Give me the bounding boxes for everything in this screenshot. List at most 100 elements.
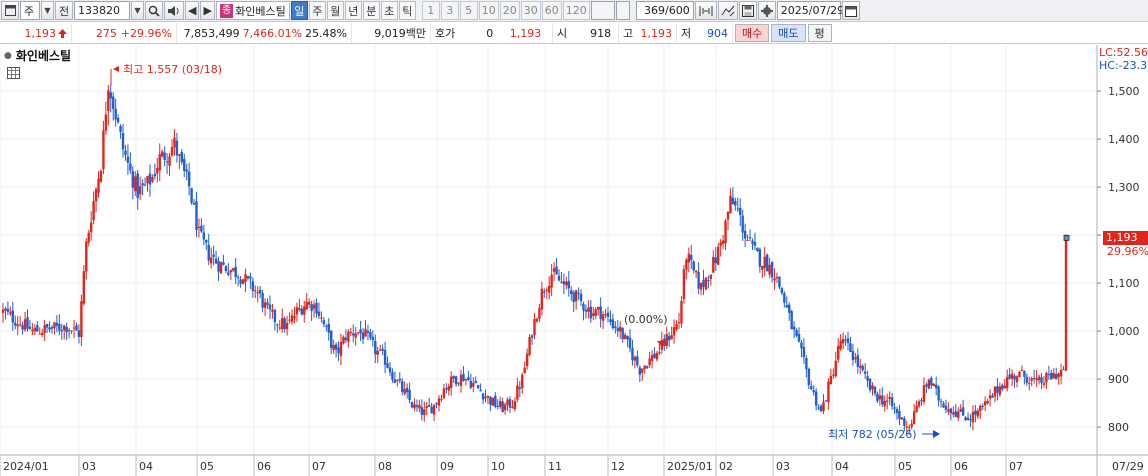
candle-body xyxy=(109,92,112,99)
period-toggle-button[interactable]: 전 xyxy=(55,1,73,20)
interval-60[interactable]: 60 xyxy=(541,1,562,20)
candle-body xyxy=(925,384,928,387)
custom-interval-dropdown-icon[interactable] xyxy=(615,1,630,20)
gear-icon[interactable] xyxy=(757,1,776,20)
low-annotation: 최저 782 (05/26) xyxy=(828,428,917,441)
y-tick-label: 1,400 xyxy=(1108,133,1140,146)
candle-body xyxy=(104,114,108,131)
prev-stock-icon[interactable]: ◀ xyxy=(185,1,200,20)
tab-daily[interactable]: 일 xyxy=(290,1,308,20)
candle-body xyxy=(868,378,872,391)
candle-body xyxy=(1023,370,1026,377)
candle-body xyxy=(538,308,541,319)
tab-monthly[interactable]: 월 xyxy=(326,1,344,20)
candle-body xyxy=(94,189,98,202)
save-icon[interactable] xyxy=(738,1,757,20)
candle-body xyxy=(1013,375,1016,380)
candle-body xyxy=(361,332,365,340)
tab-yearly[interactable]: 년 xyxy=(344,1,362,20)
candle-body xyxy=(413,404,416,409)
candle-body xyxy=(227,272,230,276)
candle-body xyxy=(278,327,281,329)
tab-second[interactable]: 초 xyxy=(380,1,398,20)
candle-body xyxy=(724,220,727,244)
interval-5[interactable]: 5 xyxy=(459,1,478,20)
candle-body xyxy=(856,355,860,367)
stock-code-dropdown-icon[interactable]: ▼ xyxy=(131,1,144,20)
candle-body xyxy=(1047,374,1051,376)
interval-60-label: 60 xyxy=(544,4,559,17)
candle-body xyxy=(788,304,791,313)
candle-body xyxy=(883,401,886,407)
candle-body xyxy=(577,292,580,294)
display-count-field[interactable]: 369/600 xyxy=(635,1,694,20)
y-tick-label: 1,100 xyxy=(1108,277,1140,290)
candle-body xyxy=(765,254,769,272)
candle-body xyxy=(582,303,585,311)
candle-body xyxy=(195,201,198,231)
market-dropdown-icon[interactable]: ▼ xyxy=(41,1,54,20)
high-value: 1,193 xyxy=(640,26,673,40)
candle-body xyxy=(1001,385,1004,390)
grid-icon[interactable] xyxy=(7,67,20,79)
calendar-icon[interactable] xyxy=(841,1,860,20)
candle-body xyxy=(939,401,943,403)
candle-body xyxy=(288,319,291,321)
x-tick-label: 08 xyxy=(378,460,392,473)
low-label: 저 xyxy=(681,27,692,40)
volume-value: 7,853,499 xyxy=(183,26,240,40)
last-price-marker xyxy=(1063,234,1070,241)
candle-body xyxy=(89,222,93,233)
trade-amount-value: 9,019백만 xyxy=(374,27,426,40)
next-stock-icon[interactable]: ▶ xyxy=(200,1,215,20)
speaker-icon[interactable] xyxy=(164,1,184,20)
candle-body xyxy=(114,108,117,120)
candle-body xyxy=(190,188,193,203)
buy-button[interactable]: 매수 xyxy=(735,24,770,42)
interval-120[interactable]: 120 xyxy=(562,1,590,20)
candle-body xyxy=(775,276,779,279)
candle-body xyxy=(983,401,987,406)
candle-body xyxy=(418,404,421,409)
zoom-bars-icon[interactable] xyxy=(694,1,717,20)
tab-minute[interactable]: 분 xyxy=(362,1,380,20)
tab-weekly[interactable]: 주 xyxy=(308,1,326,20)
candle-body xyxy=(638,367,642,375)
candle-body xyxy=(704,277,708,290)
interval-20[interactable]: 20 xyxy=(499,1,520,20)
candle-body xyxy=(876,393,879,401)
stock-code-input[interactable]: 133820 xyxy=(74,1,130,20)
market-select[interactable]: 주 xyxy=(20,1,40,20)
interval-10[interactable]: 10 xyxy=(478,1,499,20)
candle-body xyxy=(320,317,323,319)
candlestick-chart[interactable]: 8009001,0001,1001,2001,3001,4001,500 202… xyxy=(0,45,1148,476)
search-icon[interactable] xyxy=(145,1,163,20)
interval-30[interactable]: 30 xyxy=(520,1,541,20)
date-input[interactable]: 2025/07/29 xyxy=(776,1,844,20)
stock-name-box[interactable]: 종 화인베스틸 xyxy=(215,1,290,20)
interval-120-label: 120 xyxy=(565,4,587,17)
candle-body xyxy=(827,381,830,403)
candle-body xyxy=(528,336,531,355)
panel-bullet-icon: ● xyxy=(4,50,12,61)
draw-tool-icon[interactable] xyxy=(717,1,738,20)
x-tick-label: 02 xyxy=(719,460,733,473)
candle-body xyxy=(268,304,272,310)
candle-body xyxy=(232,268,235,271)
candle-body xyxy=(376,350,379,355)
sell-button[interactable]: 매도 xyxy=(771,24,806,42)
candle-body xyxy=(854,357,857,360)
interval-3[interactable]: 3 xyxy=(440,1,459,20)
window-menu-icon[interactable] xyxy=(1,1,19,20)
interval-1[interactable]: 1 xyxy=(421,1,440,20)
candle-body xyxy=(330,330,333,348)
price-chart[interactable]: 8009001,0001,1001,2001,3001,4001,500 202… xyxy=(0,45,1148,476)
candle-body xyxy=(834,360,837,377)
average-price-button[interactable]: 평 xyxy=(807,24,832,42)
candle-body xyxy=(332,344,335,350)
custom-interval-input[interactable] xyxy=(590,1,615,20)
hoga-info: 호가 0 1,193 xyxy=(431,23,553,43)
candle-body xyxy=(636,356,639,366)
candle-body xyxy=(761,265,764,270)
tab-tick[interactable]: 틱 xyxy=(398,1,416,20)
